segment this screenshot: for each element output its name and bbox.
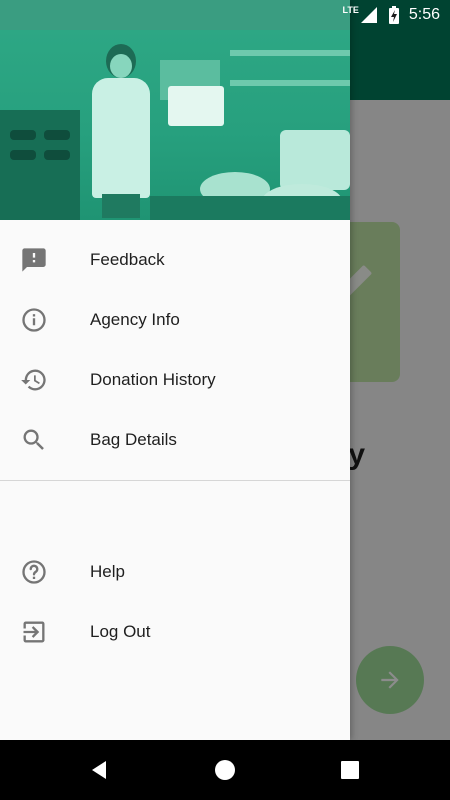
menu-item-label: Feedback [90,250,165,269]
menu-item-label: Donation History [90,370,216,389]
recents-icon [341,761,359,779]
help-icon [20,558,48,586]
home-icon [215,760,235,780]
history-icon [20,366,48,394]
info-icon [20,306,48,334]
feedback-icon [20,246,48,274]
menu-item-log-out[interactable]: Log Out [0,602,350,662]
menu-item-help[interactable]: Help [0,542,350,602]
menu-item-label: Bag Details [90,430,177,449]
stove-shape [0,110,80,220]
drawer-header-image [0,0,350,220]
status-bar: LTE 5:56 [0,0,450,30]
clock: 5:56 [408,6,440,23]
system-nav-bar [0,740,450,800]
menu-item-agency-info[interactable]: Agency Info [0,290,350,350]
kitchen-staff-figure [86,44,156,218]
back-icon [92,761,106,779]
logout-icon [20,618,48,646]
menu-divider [0,480,350,481]
signal-icon [360,7,377,23]
menu-item-label: Log Out [90,622,151,641]
back-button[interactable] [88,758,112,782]
menu-item-label: Help [90,562,125,581]
navigation-drawer: Feedback Agency Info Donation History Ba… [0,0,350,740]
battery-charging-icon [388,6,399,24]
home-button[interactable] [213,758,237,782]
network-type: LTE [342,5,359,15]
logo-sign [168,86,224,126]
search-icon [20,426,48,454]
recents-button[interactable] [338,758,362,782]
menu-item-donation-history[interactable]: Donation History [0,350,350,410]
menu-item-bag-details[interactable]: Bag Details [0,410,350,470]
menu-item-feedback[interactable]: Feedback [0,230,350,290]
menu-item-label: Agency Info [90,310,180,329]
